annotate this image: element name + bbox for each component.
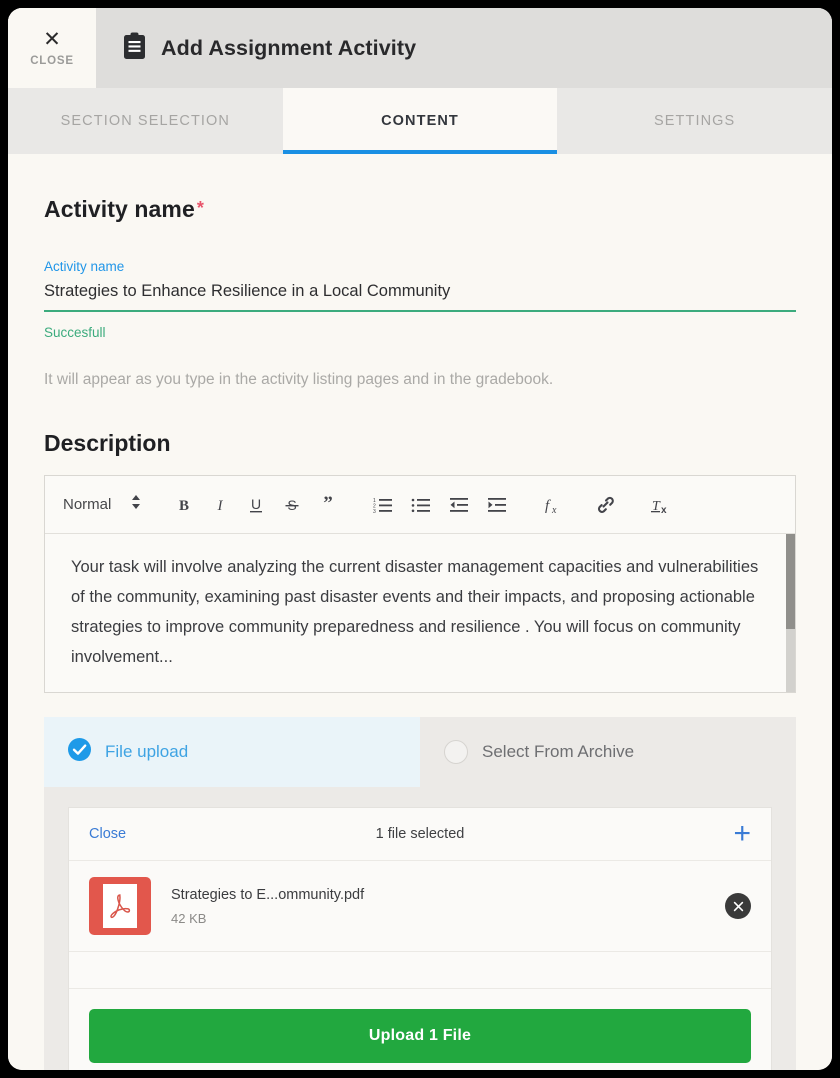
close-icon: ✕	[43, 28, 61, 51]
tab-label: SETTINGS	[654, 113, 736, 129]
indent-icon[interactable]	[479, 488, 515, 522]
activity-name-hint: It will appear as you type in the activi…	[44, 371, 554, 388]
link-icon[interactable]	[589, 488, 623, 522]
file-list-empty-row	[69, 952, 771, 989]
description-editor-body[interactable]: Your task will involve analyzing the cur…	[45, 534, 795, 692]
formula-icon[interactable]: f x	[535, 488, 569, 522]
activity-name-status: Succesfull	[44, 325, 106, 340]
file-list-item: Strategies to E...ommunity.pdf 42 KB	[69, 861, 771, 952]
activity-name-label: Activity name	[44, 259, 125, 274]
underline-icon[interactable]: U	[239, 488, 273, 522]
file-card-header: Close 1 file selected +	[69, 808, 771, 861]
tab-label: SECTION SELECTION	[60, 113, 231, 129]
bullet-list-icon[interactable]	[403, 488, 439, 522]
svg-text:x: x	[551, 505, 557, 515]
tab-label: CONTENT	[381, 113, 459, 129]
editor-scrollbar-thumb[interactable]	[786, 534, 795, 629]
add-assignment-activity-window: ✕ CLOSE Add Assignment Activity SECTION …	[8, 8, 832, 1070]
editor-toolbar: Normal B I U ” 1 2 3 f x T x	[45, 476, 795, 534]
close-button-label: CLOSE	[30, 55, 74, 67]
upload-tab-label: File upload	[105, 742, 189, 761]
close-button[interactable]: ✕ CLOSE	[8, 8, 96, 88]
editor-scrollbar[interactable]	[786, 534, 795, 692]
remove-file-button[interactable]	[725, 893, 751, 919]
activity-name-field-wrap: Activity name Strategies to Enhance Resi…	[44, 259, 796, 389]
file-picker-close-button[interactable]: Close	[89, 826, 126, 842]
content-panel: Activity name * Activity name Strategies …	[8, 196, 832, 1070]
tab-content[interactable]: CONTENT	[282, 88, 558, 154]
selected-file-count: 1 file selected	[375, 826, 465, 842]
blockquote-icon[interactable]: ”	[311, 488, 345, 522]
upload-panel: File upload Select From Archive Close 1 …	[44, 717, 796, 1070]
description-editor: Normal B I U ” 1 2 3 f x T x Your task w…	[44, 475, 796, 693]
upload-tab-label: Select From Archive	[482, 742, 635, 761]
radio-unselected-icon	[444, 740, 468, 764]
description-heading: Description	[44, 430, 171, 456]
clipboard-icon	[122, 32, 147, 65]
activity-name-heading-text: Activity name	[44, 196, 195, 222]
add-file-button[interactable]: +	[733, 819, 751, 849]
page-title: Add Assignment Activity	[161, 35, 417, 60]
svg-text:I: I	[217, 498, 224, 514]
strikethrough-icon[interactable]: S	[275, 488, 309, 522]
tab-settings[interactable]: SETTINGS	[557, 88, 832, 154]
bold-icon[interactable]: B	[167, 488, 201, 522]
main-tab-bar: SECTION SELECTION CONTENT SETTINGS	[8, 88, 832, 154]
clear-formatting-icon[interactable]: T x	[643, 488, 677, 522]
upload-tab-file-upload[interactable]: File upload	[44, 717, 420, 787]
ordered-list-icon[interactable]: 1 2 3	[365, 488, 401, 522]
svg-text:x: x	[661, 505, 667, 515]
upload-tab-bar: File upload Select From Archive	[44, 717, 796, 787]
format-select[interactable]: Normal	[59, 494, 151, 515]
pdf-file-icon	[89, 877, 151, 935]
chevron-updown-icon	[131, 494, 141, 515]
file-upload-card: Close 1 file selected + Strategies to E.…	[68, 807, 772, 1070]
svg-text:f: f	[545, 498, 551, 514]
activity-name-input[interactable]: Strategies to Enhance Resilience in a Lo…	[44, 282, 796, 312]
svg-text:B: B	[179, 498, 189, 514]
required-marker: *	[196, 198, 204, 218]
svg-text:”: ”	[324, 496, 334, 514]
svg-text:3: 3	[373, 509, 376, 514]
upload-action-row: Upload 1 File	[69, 989, 771, 1070]
upload-body: Close 1 file selected + Strategies to E.…	[44, 787, 796, 1070]
activity-name-heading: Activity name *	[44, 196, 796, 223]
description-text: Your task will involve analyzing the cur…	[71, 558, 759, 666]
file-size: 42 KB	[171, 910, 207, 926]
outdent-icon[interactable]	[441, 488, 477, 522]
tab-section-selection[interactable]: SECTION SELECTION	[8, 88, 283, 154]
window-titlebar: ✕ CLOSE Add Assignment Activity	[8, 8, 832, 88]
svg-text:U: U	[251, 496, 261, 512]
file-meta: Strategies to E...ommunity.pdf 42 KB	[171, 887, 364, 926]
window-title-area: Add Assignment Activity	[96, 8, 832, 88]
file-name: Strategies to E...ommunity.pdf	[171, 886, 365, 903]
upload-files-button[interactable]: Upload 1 File	[89, 1009, 751, 1063]
upload-tab-select-from-archive[interactable]: Select From Archive	[420, 717, 796, 787]
format-select-value: Normal	[63, 496, 112, 513]
check-circle-icon	[68, 738, 91, 766]
italic-icon[interactable]: I	[203, 488, 237, 522]
